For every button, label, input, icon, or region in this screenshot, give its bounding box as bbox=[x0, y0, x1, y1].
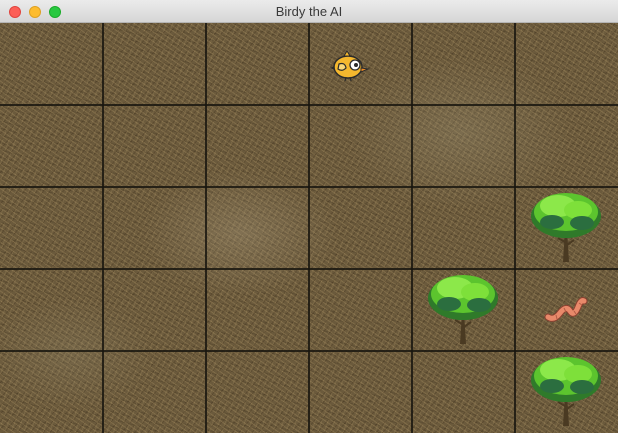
game-window: Birdy the AI bbox=[0, 0, 618, 433]
tree-icon bbox=[425, 272, 501, 344]
window-title: Birdy the AI bbox=[275, 4, 343, 19]
grid-line-vertical bbox=[411, 23, 413, 433]
grid-line-horizontal bbox=[0, 104, 618, 106]
grid-line-horizontal bbox=[0, 350, 618, 352]
grid-line-vertical bbox=[102, 23, 104, 433]
bird-icon bbox=[328, 50, 370, 82]
worm-icon bbox=[544, 293, 588, 323]
tree-icon bbox=[528, 354, 604, 426]
grid-line-horizontal bbox=[0, 186, 618, 188]
grid-line-vertical bbox=[514, 23, 516, 433]
tree-icon bbox=[528, 190, 604, 262]
game-board bbox=[0, 23, 618, 433]
grid-line-vertical bbox=[308, 23, 310, 433]
grid-line-horizontal bbox=[0, 268, 618, 270]
grid-line-vertical bbox=[205, 23, 207, 433]
title-bar: Birdy the AI bbox=[0, 0, 618, 23]
